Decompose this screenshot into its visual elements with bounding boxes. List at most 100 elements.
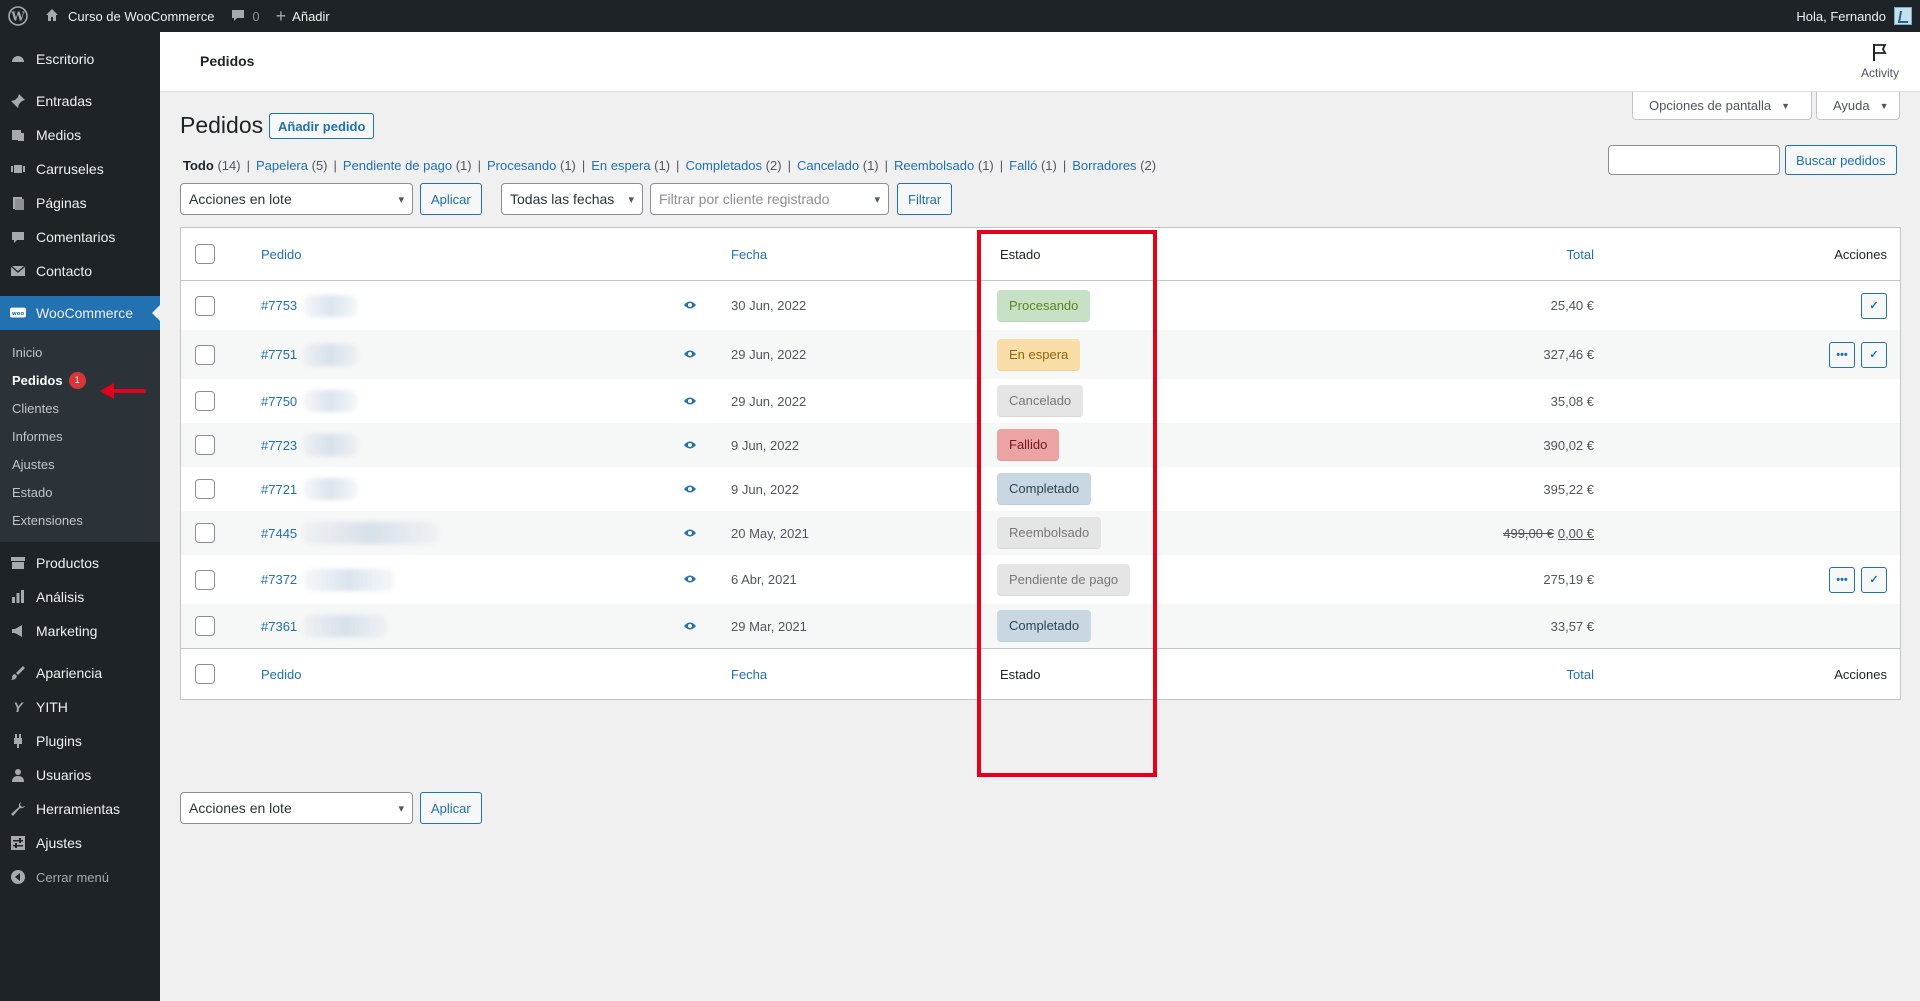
order-number-link[interactable]: #7361 xyxy=(261,619,297,634)
view-filter[interactable]: Procesando (1) xyxy=(487,158,576,173)
site-name-link[interactable]: Curso de WooCommerce xyxy=(36,0,222,32)
view-filter[interactable]: Cancelado (1) xyxy=(797,158,879,173)
preview-eye-icon[interactable] xyxy=(683,347,697,362)
order-checkbox[interactable] xyxy=(195,523,215,543)
view-filter-label[interactable]: Falló xyxy=(1009,158,1037,173)
order-number-link[interactable]: #7751 xyxy=(261,347,297,362)
menu-yith[interactable]: Y YITH xyxy=(0,690,160,724)
view-filter[interactable]: Falló (1) xyxy=(1009,158,1057,173)
order-checkbox[interactable] xyxy=(195,616,215,636)
preview-eye-icon[interactable] xyxy=(683,394,697,409)
order-number-link[interactable]: #7721 xyxy=(261,482,297,497)
menu-ajustes[interactable]: Ajustes xyxy=(0,826,160,860)
order-row[interactable]: #7751 29 Jun, 2022 En espera 327,46 € ••• ✓ xyxy=(181,330,1900,379)
menu-contacto[interactable]: Contacto xyxy=(0,254,160,288)
order-number-link[interactable]: #7750 xyxy=(261,394,297,409)
menu-apariencia[interactable]: Apariencia xyxy=(0,656,160,690)
submenu-informes[interactable]: Informes xyxy=(0,422,160,450)
comments-link[interactable]: 0 xyxy=(222,0,267,32)
view-filter[interactable]: Completados (2) xyxy=(685,158,781,173)
menu-woocommerce[interactable]: woo WooCommerce xyxy=(0,296,160,330)
collapse-menu-button[interactable]: Cerrar menú xyxy=(0,860,160,894)
view-filter[interactable]: Todo (14) xyxy=(183,158,241,173)
order-number-link[interactable]: #7372 xyxy=(261,572,297,587)
order-checkbox[interactable] xyxy=(195,435,215,455)
wordpress-logo-icon[interactable]: W xyxy=(0,0,36,32)
date-filter-select[interactable]: Todas las fechas ▾ xyxy=(501,183,643,215)
order-checkbox[interactable] xyxy=(195,569,215,590)
order-number-link[interactable]: #7445 xyxy=(261,526,297,541)
order-row[interactable]: #7723 9 Jun, 2022 Fallido 390,02 € xyxy=(181,423,1900,467)
view-filter[interactable]: Papelera (5) xyxy=(256,158,328,173)
menu-productos[interactable]: Productos xyxy=(0,546,160,580)
mark-complete-button[interactable]: ✓ xyxy=(1861,341,1887,368)
view-filter-label[interactable]: En espera xyxy=(591,158,650,173)
view-filter-label[interactable]: Cancelado xyxy=(797,158,859,173)
column-footer-total[interactable]: Total xyxy=(1481,667,1594,682)
search-orders-input[interactable] xyxy=(1608,145,1780,175)
preview-eye-icon[interactable] xyxy=(683,438,697,453)
select-all-checkbox-footer[interactable] xyxy=(195,664,215,684)
view-filter-label[interactable]: Papelera xyxy=(256,158,308,173)
column-header-date[interactable]: Fecha xyxy=(731,247,767,262)
apply-bulk-button-bottom[interactable]: Aplicar xyxy=(420,792,482,824)
add-order-button[interactable]: Añadir pedido xyxy=(269,113,375,139)
filter-button[interactable]: Filtrar xyxy=(897,183,953,215)
order-row[interactable]: #7750 29 Jun, 2022 Cancelado 35,08 € xyxy=(181,379,1900,423)
menu-medios[interactable]: Medios xyxy=(0,118,160,152)
preview-eye-icon[interactable] xyxy=(683,619,697,634)
view-filter-label[interactable]: Pendiente de pago xyxy=(343,158,452,173)
column-footer-order[interactable]: Pedido xyxy=(261,667,301,682)
activity-button[interactable]: Activity xyxy=(1856,42,1904,80)
order-checkbox[interactable] xyxy=(195,344,215,365)
mark-complete-button[interactable]: ✓ xyxy=(1861,292,1887,319)
order-checkbox[interactable] xyxy=(195,479,215,499)
my-account-link[interactable]: Hola, Fernando xyxy=(1788,0,1920,32)
view-filter-label[interactable]: Completados xyxy=(685,158,762,173)
order-row[interactable]: #7361 29 Mar, 2021 Completado 33,57 € xyxy=(181,604,1900,648)
submenu-estado[interactable]: Estado xyxy=(0,478,160,506)
bulk-actions-select-bottom[interactable]: Acciones en lote ▾ xyxy=(180,792,413,824)
bulk-actions-select[interactable]: Acciones en lote ▾ xyxy=(180,183,413,215)
mark-complete-button[interactable]: ✓ xyxy=(1861,566,1887,593)
order-number-link[interactable]: #7753 xyxy=(261,298,297,313)
menu-marketing[interactable]: Marketing xyxy=(0,614,160,648)
view-filter[interactable]: En espera (1) xyxy=(591,158,670,173)
view-filter-label[interactable]: Borradores xyxy=(1072,158,1136,173)
customer-filter-select[interactable]: Filtrar por cliente registrado ▾ xyxy=(650,183,889,215)
mark-processing-button[interactable]: ••• xyxy=(1829,566,1855,593)
order-row[interactable]: #7753 30 Jun, 2022 Procesando 25,40 € ✓ xyxy=(181,281,1900,330)
search-orders-button[interactable]: Buscar pedidos xyxy=(1785,145,1897,175)
mark-processing-button[interactable]: ••• xyxy=(1829,341,1855,368)
column-header-order[interactable]: Pedido xyxy=(261,247,301,262)
menu-usuarios[interactable]: Usuarios xyxy=(0,758,160,792)
menu-entradas[interactable]: Entradas xyxy=(0,84,160,118)
menu-paginas[interactable]: Páginas xyxy=(0,186,160,220)
view-filter[interactable]: Borradores (2) xyxy=(1072,158,1156,173)
new-content-link[interactable]: + Añadir xyxy=(268,0,338,32)
preview-eye-icon[interactable] xyxy=(683,298,697,313)
order-checkbox[interactable] xyxy=(195,295,215,316)
view-filter[interactable]: Reembolsado (1) xyxy=(894,158,994,173)
select-all-checkbox[interactable] xyxy=(195,244,215,264)
menu-herramientas[interactable]: Herramientas xyxy=(0,792,160,826)
menu-analisis[interactable]: Análisis xyxy=(0,580,160,614)
view-filter-label[interactable]: Todo xyxy=(183,158,214,173)
submenu-inicio[interactable]: Inicio xyxy=(0,338,160,366)
preview-eye-icon[interactable] xyxy=(683,526,697,541)
submenu-extensiones[interactable]: Extensiones xyxy=(0,506,160,534)
column-header-total[interactable]: Total xyxy=(1481,247,1594,262)
order-row[interactable]: #7721 9 Jun, 2022 Completado 395,22 € xyxy=(181,467,1900,511)
view-filter-label[interactable]: Reembolsado xyxy=(894,158,974,173)
view-filter-label[interactable]: Procesando xyxy=(487,158,556,173)
order-checkbox[interactable] xyxy=(195,391,215,411)
menu-comentarios[interactable]: Comentarios xyxy=(0,220,160,254)
screen-options-button[interactable]: Opciones de pantalla ▼ xyxy=(1632,92,1812,120)
order-row[interactable]: #7372 6 Abr, 2021 Pendiente de pago 275,19 … xyxy=(181,555,1900,604)
order-number-link[interactable]: #7723 xyxy=(261,438,297,453)
help-button[interactable]: Ayuda ▼ xyxy=(1816,92,1900,120)
view-filter[interactable]: Pendiente de pago (1) xyxy=(343,158,472,173)
submenu-ajustes[interactable]: Ajustes xyxy=(0,450,160,478)
column-footer-date[interactable]: Fecha xyxy=(731,667,767,682)
preview-eye-icon[interactable] xyxy=(683,572,697,587)
